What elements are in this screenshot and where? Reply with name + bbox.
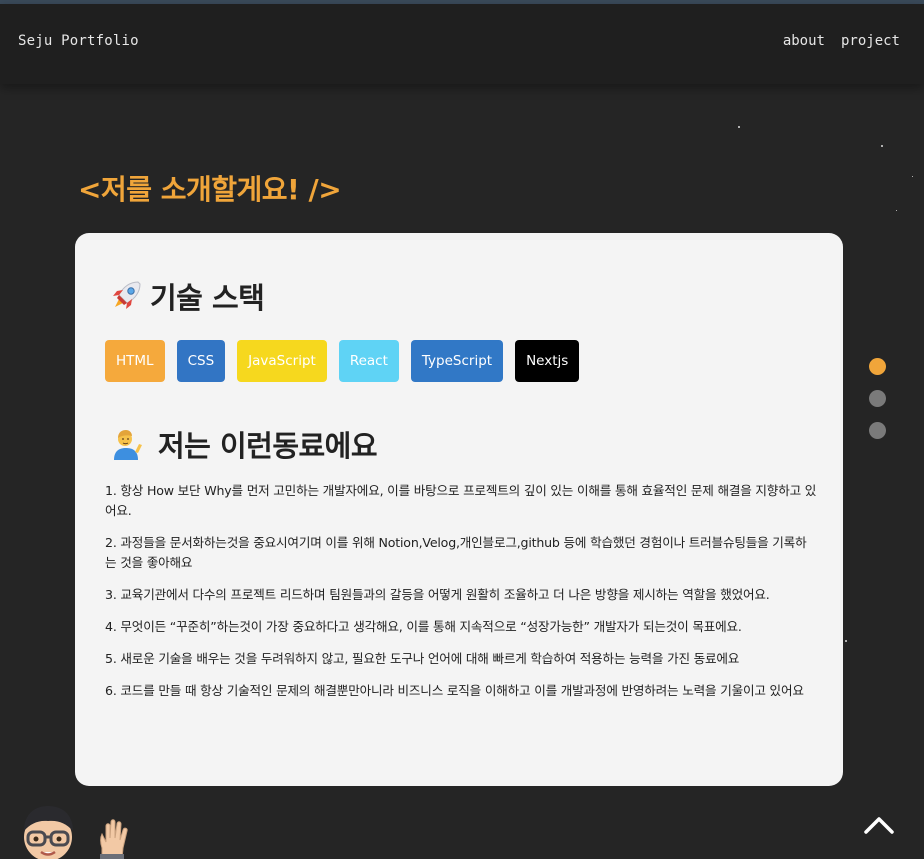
star-decoration (912, 176, 913, 177)
list-item: 3. 교육기관에서 다수의 프로젝트 리드하며 팀원들과의 갈등을 어떻게 원활… (105, 587, 770, 602)
star-decoration (845, 640, 847, 642)
brand-logo[interactable]: Seju Portfolio (18, 33, 139, 49)
section-pagination (869, 358, 886, 439)
list-item: 1. 항상 How 보단 Why를 먼저 고민하는 개발자에요, 이를 바탕으로… (105, 483, 817, 518)
star-decoration (738, 126, 740, 128)
tech-tag-css: CSS (176, 340, 226, 382)
star-decoration (881, 145, 883, 147)
nav-link-about[interactable]: about (783, 33, 825, 49)
person-tipping-hand-icon (114, 430, 142, 460)
tech-stack-heading-text: 기술 스택 (150, 281, 265, 315)
pagination-dot-3[interactable] (869, 422, 886, 439)
waving-hand-icon (100, 819, 128, 859)
nav-links: about project (783, 33, 900, 49)
list-item: 2. 과정들을 문서화하는것을 중요시여기며 이를 위해 Notion,Velo… (105, 535, 807, 570)
memoji-avatar-icon (24, 806, 73, 859)
list-item: 4. 무엇이든 “꾸준히”하는것이 가장 중요하다고 생각해요, 이를 통해 지… (105, 619, 742, 634)
star-decoration (896, 210, 897, 211)
colleague-list: 1. 항상 How 보단 Why를 먼저 고민하는 개발자에요, 이를 바탕으로… (105, 481, 817, 713)
tech-tag-nextjs: Nextjs (515, 340, 580, 382)
about-card: 기술 스택 HTML CSS JavaScript React TypeScri… (75, 233, 843, 786)
tech-tag-typescript: TypeScript (410, 340, 504, 382)
tech-tag-javascript: JavaScript (237, 340, 327, 382)
navbar: Seju Portfolio about project (0, 4, 924, 84)
nav-link-project[interactable]: project (841, 33, 900, 49)
section-title: <저를 소개할게요! /> (78, 173, 342, 206)
chevron-up-icon[interactable] (862, 810, 896, 840)
tech-tag-html: HTML (105, 340, 165, 382)
colleague-heading: 저는 이런동료에요 (108, 423, 378, 465)
rocket-icon (113, 281, 141, 309)
list-item: 6. 코드를 만들 때 항상 기술적인 문제의 해결뿐만아니라 비즈니스 로직을… (105, 683, 804, 698)
tech-stack-heading: 기술 스택 (108, 275, 265, 317)
pagination-dot-1[interactable] (869, 358, 886, 375)
tech-tag-react: React (338, 340, 399, 382)
tech-tags: HTML CSS JavaScript React TypeScript Nex… (105, 340, 580, 382)
pagination-dot-2[interactable] (869, 390, 886, 407)
list-item: 5. 새로운 기술을 배우는 것을 두려워하지 않고, 필요한 도구나 언어에 … (105, 651, 740, 666)
colleague-heading-text: 저는 이런동료에요 (158, 429, 378, 463)
